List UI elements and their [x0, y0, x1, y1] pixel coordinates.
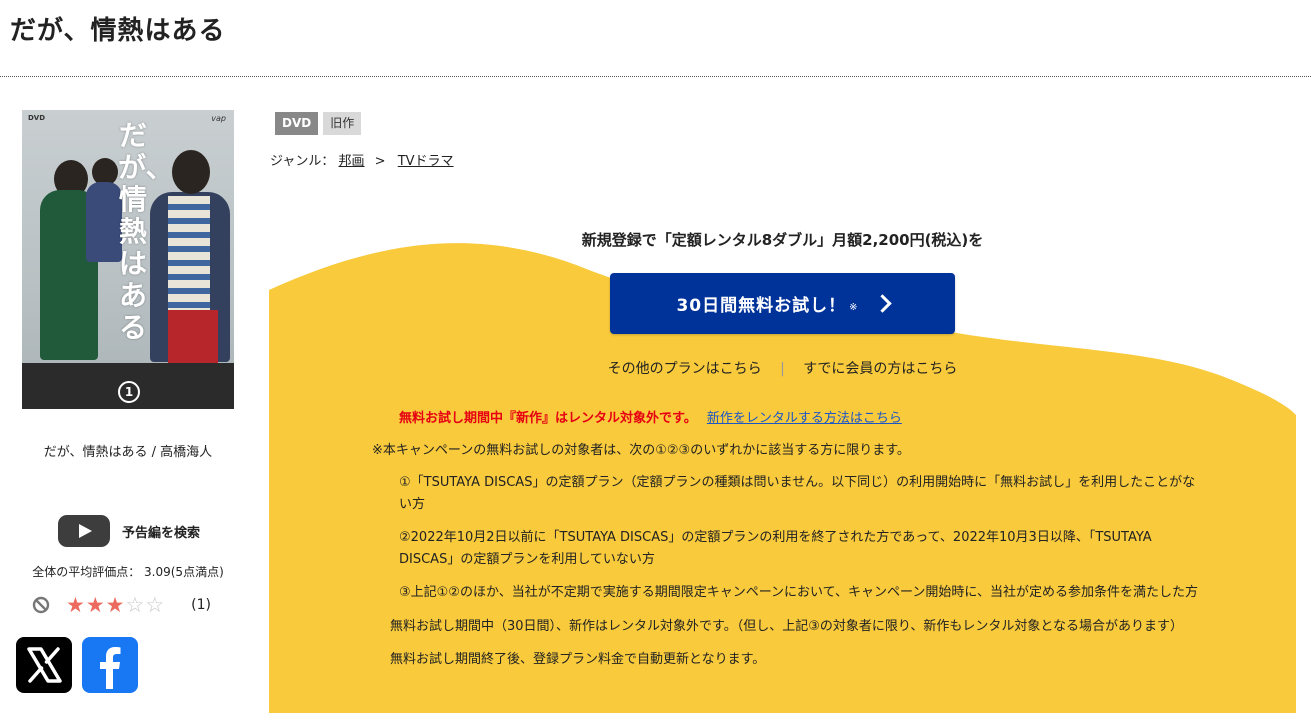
terms-item-3: ③上記①②のほか、当社が不定期で実施する期間限定キャンペーンにおいて、キャンペー…	[399, 585, 1198, 600]
no-rating-icon[interactable]	[32, 596, 50, 614]
terms-item-1: ①「TSUTAYA DISCAS」の定額プラン（定額プランの種類は問いません。以…	[399, 475, 1196, 512]
promo-heading: 新規登録で「定額レンタル8ダブル」月額2,200円(税込)を	[581, 231, 984, 249]
share-x-button[interactable]	[16, 637, 72, 693]
link-divider: |	[780, 361, 785, 377]
free-trial-note-mark: ※	[849, 302, 858, 313]
star-rating[interactable]: ★ ★ ★ ☆ ☆	[66, 594, 165, 616]
new-release-notice: 無料お試し期間中『新作』はレンタル対象外です。 新作をレンタルする方法はこちら	[399, 407, 902, 426]
cover-label-mark: vap	[211, 114, 226, 123]
genre-breadcrumb: ジャンル： 邦画 > TVドラマ	[270, 150, 454, 169]
genre-link-japanese-film[interactable]: 邦画	[339, 154, 365, 169]
play-icon	[58, 515, 110, 547]
member-login-link[interactable]: すでに会員の方はこちら	[803, 361, 957, 377]
terms-item-2: ②2022年10月2日以前に「TSUTAYA DISCAS」の定額プランの利用を…	[399, 530, 1152, 567]
badges: DVD 旧作	[275, 112, 366, 135]
plan-links: その他のプランはこちら | すでに会員の方はこちら	[269, 358, 1296, 378]
cover-vol-number: 1	[118, 381, 140, 403]
title-divider	[0, 76, 1311, 77]
other-plans-link[interactable]: その他のプランはこちら	[608, 361, 762, 377]
star-empty-icon: ☆	[125, 593, 145, 617]
facebook-logo-icon	[100, 647, 121, 689]
free-trial-button[interactable]: 30日間無料お試し！ ※	[610, 273, 955, 334]
star-filled-icon: ★	[85, 593, 105, 617]
chevron-right-icon	[872, 294, 892, 313]
page-title: だが、情熱はある	[10, 16, 226, 46]
cover-title-text: だが、情熱はある	[118, 119, 174, 344]
new-release-warning: 無料お試し期間中『新作』はレンタル対象外です。	[399, 411, 697, 426]
trial-note-new-release: 無料お試し期間中（30日間）、新作はレンタル対象外です。（但し、上記③の対象者に…	[390, 619, 1183, 634]
genre-label: ジャンル：	[270, 154, 335, 169]
terms-intro: ※本キャンペーンの無料お試しの対象者は、次の①②③のいずれかに該当する方に限りま…	[372, 443, 910, 458]
average-rating: 全体の平均評価点： 3.09(5点満点)	[32, 565, 224, 579]
status-badge: 旧作	[323, 112, 362, 135]
product-subtitle: だが、情熱はある / 高橋海人	[43, 445, 213, 460]
genre-separator: >	[374, 154, 386, 169]
genre-link-tv-drama[interactable]: TVドラマ	[398, 154, 454, 169]
trailer-search-button[interactable]: 予告編を検索	[58, 514, 200, 548]
review-count[interactable]: (1)	[191, 597, 211, 613]
product-cover-image[interactable]: DVD vap だが、情熱はある 1	[22, 110, 234, 409]
new-release-rental-link[interactable]: 新作をレンタルする方法はこちら	[707, 411, 902, 426]
star-filled-icon: ★	[66, 593, 85, 617]
cover-format-mark: DVD	[28, 114, 46, 122]
rating-row: ★ ★ ★ ☆ ☆ (1)	[32, 592, 211, 618]
share-facebook-button[interactable]	[82, 637, 138, 693]
format-badge: DVD	[275, 112, 319, 135]
free-trial-label: 30日間無料お試し！	[676, 296, 847, 316]
x-logo-icon	[27, 647, 62, 683]
star-empty-icon: ☆	[145, 593, 165, 617]
trailer-label: 予告編を検索	[122, 525, 201, 541]
trial-note-auto-renew: 無料お試し期間終了後、登録プラン料金で自動更新となります。	[390, 652, 766, 667]
star-filled-icon: ★	[105, 593, 125, 617]
